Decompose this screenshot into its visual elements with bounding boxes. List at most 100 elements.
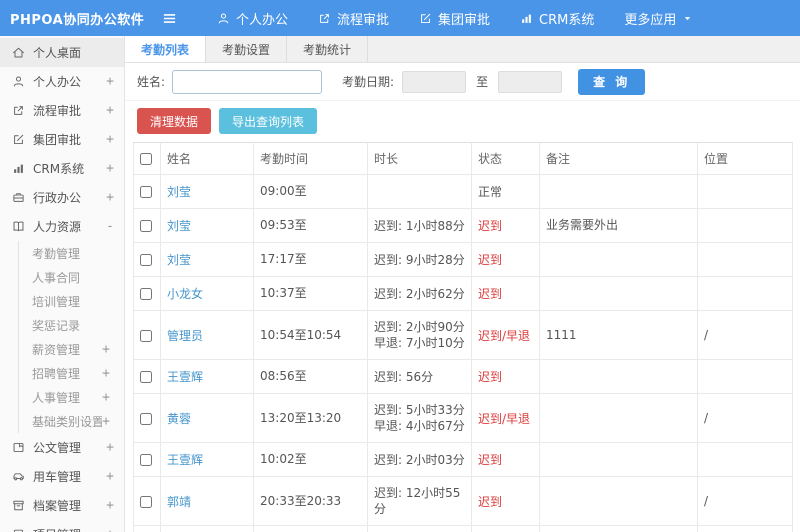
row-checkbox[interactable] <box>140 412 152 425</box>
name-link[interactable]: 王壹辉 <box>167 370 203 384</box>
tab-attendance-statistics[interactable]: 考勤统计 <box>287 36 369 62</box>
tab-attendance-list[interactable]: 考勤列表 <box>125 36 207 62</box>
name-link[interactable]: 刘莹 <box>167 185 191 199</box>
location-text <box>697 208 793 243</box>
sidebar-item-document-management[interactable]: 公文管理 + <box>0 433 124 462</box>
row-checkbox[interactable] <box>140 288 152 300</box>
sidebar-item-label: 流程审批 <box>33 104 82 118</box>
name-filter-input[interactable] <box>172 69 323 94</box>
nav-item-group-approval[interactable]: 集团审批 <box>404 0 505 36</box>
name-link[interactable]: 黄蓉 <box>167 412 191 426</box>
name-link[interactable]: 郭靖 <box>167 495 191 509</box>
expand-toggle-icon[interactable]: + <box>102 342 110 357</box>
expand-toggle-icon[interactable]: + <box>106 161 114 176</box>
sidebar-item-process-approval[interactable]: 流程审批 + <box>0 96 124 125</box>
sidebar-item-personnel-management[interactable]: 人事管理 + <box>18 385 124 409</box>
row-checkbox[interactable] <box>140 220 152 232</box>
row-checkbox[interactable] <box>140 454 152 466</box>
sidebar-item-label: 人事合同 <box>32 270 81 285</box>
sidebar-item-crm-system[interactable]: CRM系统 + <box>0 154 124 183</box>
nav-item-crm-system[interactable]: CRM系统 <box>505 0 609 36</box>
duration-cell: 迟到: 2小时90分 早退: 7小时10分 <box>367 310 472 360</box>
sidebar-item-admin-office[interactable]: 行政办公 + <box>0 183 124 212</box>
sidebar-item-personal-desktop[interactable]: 个人桌面 <box>0 38 124 67</box>
duration-text: 迟到: 2小时62分 <box>374 286 465 301</box>
column-header: 姓名 <box>160 142 254 175</box>
tab-attendance-settings[interactable]: 考勤设置 <box>206 36 288 62</box>
expand-toggle-icon[interactable]: + <box>106 74 114 89</box>
attendance-time: 20:33至20:33 <box>253 476 368 526</box>
expand-toggle-icon[interactable]: + <box>106 498 114 513</box>
expand-toggle-icon[interactable]: + <box>102 390 110 405</box>
sidebar-item-project-management[interactable]: 项目管理+ <box>0 520 124 532</box>
row-checkbox[interactable] <box>140 329 152 342</box>
expand-toggle-icon[interactable]: + <box>106 103 114 118</box>
remark-text <box>539 442 698 477</box>
column-header: 时长 <box>367 142 472 175</box>
sidebar-item-personal-office[interactable]: 个人办公 + <box>0 67 124 96</box>
expand-toggle-icon[interactable]: + <box>106 132 114 147</box>
attendance-time: 10:37至 <box>253 276 368 311</box>
edit-icon <box>12 133 26 146</box>
name-link[interactable]: 刘莹 <box>167 253 191 267</box>
sidebar-item-salary-management[interactable]: 薪资管理 + <box>18 337 124 361</box>
expand-toggle-icon[interactable]: + <box>106 469 114 484</box>
sidebar-item-label: 公文管理 <box>33 441 82 455</box>
sidebar-item-group-approval[interactable]: 集团审批 + <box>0 125 124 154</box>
date-to-input[interactable] <box>498 70 563 93</box>
attendance-time: 10:54至10:54 <box>253 310 368 360</box>
sidebar-item-label: 考勤管理 <box>32 246 81 261</box>
status-badge: 迟到 <box>478 453 503 467</box>
duration-text: 早退: 4小时67分 <box>374 419 465 433</box>
attendance-time: 10:02至 <box>253 442 368 477</box>
sidebar-item-basic-category-settings[interactable]: 基础类别设置 + <box>18 409 124 433</box>
car-icon <box>12 470 26 483</box>
row-checkbox[interactable] <box>140 186 152 198</box>
expand-toggle-icon[interactable]: + <box>106 440 114 455</box>
sidebar-item-attendance-management[interactable]: 考勤管理 <box>18 241 124 265</box>
expand-toggle-icon[interactable]: + <box>106 527 114 532</box>
home-icon <box>12 46 26 59</box>
date-from-input[interactable] <box>402 70 467 93</box>
status-badge: 迟到/早退 <box>478 328 531 343</box>
menu-icon[interactable] <box>161 11 178 26</box>
name-link[interactable]: 管理员 <box>167 329 203 343</box>
status-badge: 迟到 <box>478 370 503 384</box>
clean-data-button[interactable]: 清理数据 <box>137 108 212 134</box>
column-header: 考勤时间 <box>253 142 368 175</box>
location-text: / <box>697 476 793 526</box>
sidebar-item-label: 行政办公 <box>33 191 82 205</box>
app-logo: PHPOA协同办公软件 <box>10 12 145 28</box>
search-button[interactable]: 查 询 <box>578 68 646 95</box>
sidebar-item-archive-management[interactable]: 档案管理 + <box>0 491 124 520</box>
sidebar-item-personnel-contract[interactable]: 人事合同 <box>18 265 124 289</box>
expand-toggle-icon[interactable]: + <box>102 414 110 429</box>
expand-toggle-icon[interactable]: + <box>106 190 114 205</box>
sidebar-item-human-resources[interactable]: 人力资源 - <box>0 212 124 241</box>
location-text <box>697 242 793 277</box>
expand-toggle-icon[interactable]: + <box>102 366 110 381</box>
name-link[interactable]: 王壹辉 <box>167 453 203 467</box>
name-link[interactable]: 刘莹 <box>167 219 191 233</box>
row-checkbox[interactable] <box>140 254 152 266</box>
sidebar-item-training-management[interactable]: 培训管理 <box>18 289 124 313</box>
sidebar-item-vehicle-management[interactable]: 用车管理 + <box>0 462 124 491</box>
table-row: 刘莹 17:17至 迟到: 9小时28分 迟到 <box>133 242 793 277</box>
row-checkbox[interactable] <box>140 495 152 508</box>
duration-cell: 迟到: 2小时03分 <box>367 442 472 477</box>
name-link[interactable]: 小龙女 <box>167 287 203 301</box>
table-row: 黄蓉20:32至20:32迟到: 12小时53分迟到/ <box>133 525 793 532</box>
export-list-button[interactable]: 导出查询列表 <box>219 108 318 134</box>
nav-item-more-apps[interactable]: 更多应用 <box>609 0 707 36</box>
status-badge: 迟到 <box>478 253 503 267</box>
sidebar-item-reward-punishment-records[interactable]: 奖惩记录 <box>18 313 124 337</box>
select-all-checkbox[interactable] <box>140 153 152 165</box>
sidebar-item-label: 用车管理 <box>33 470 82 484</box>
sidebar-item-recruitment-management[interactable]: 招聘管理 + <box>18 361 124 385</box>
row-checkbox[interactable] <box>140 371 152 383</box>
duration-cell: 迟到: 56分 <box>367 359 472 394</box>
nav-item-process-approval[interactable]: 流程审批 <box>303 0 404 36</box>
location-text <box>697 359 793 394</box>
expand-toggle-icon[interactable]: - <box>106 219 114 234</box>
nav-item-personal-office[interactable]: 个人办公 <box>202 0 303 36</box>
